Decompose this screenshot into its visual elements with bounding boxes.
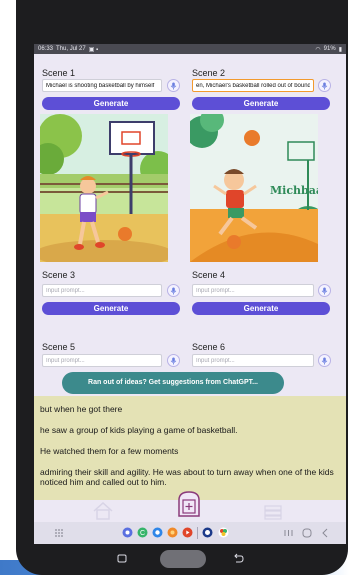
scene-2-title: Scene 2 [192,68,226,78]
scene-1-generate-button[interactable]: Generate [42,97,180,110]
scene-2-illustration-text: Michbaal [270,184,318,197]
scene-4-title: Scene 4 [192,270,226,280]
scene-2-prompt-field[interactable] [196,80,310,91]
microphone-icon [170,357,177,364]
scene-2-illustration: Michbaal [190,114,318,262]
app-grid-icon[interactable] [54,528,64,538]
scene-6-prompt-field[interactable] [196,355,310,366]
back-icon[interactable] [321,528,329,538]
hardware-home-button[interactable] [160,550,206,568]
scene-4-mic-button[interactable] [318,284,331,297]
scene-6-prompt-input[interactable] [192,354,314,367]
scene-1-prompt-field[interactable] [46,80,158,91]
svg-text:C: C [140,530,145,537]
scene-3-prompt-field[interactable] [46,285,158,296]
android-taskbar: C [34,522,346,544]
scene-6-title: Scene 6 [192,342,226,352]
microphone-icon [321,287,328,294]
battery-percent: 91% [323,46,336,52]
home-circle-icon[interactable] [302,528,312,538]
scene-1-illustration [40,114,168,262]
microphone-icon [170,82,177,89]
scene-1-prompt-input[interactable] [42,79,162,92]
scene-2-generate-button[interactable]: Generate [192,97,330,110]
scene-5-mic-button[interactable] [167,354,180,367]
hardware-back-icon[interactable] [232,552,244,564]
status-time: 06:33 [38,46,54,52]
microphone-icon [321,357,328,364]
color-icon[interactable] [218,527,229,538]
scene-4-generate-button[interactable]: Generate [192,302,330,315]
scene-5-title: Scene 5 [42,342,76,352]
recent-apps-icon[interactable] [284,529,293,537]
scene-2-prompt-input[interactable] [192,79,314,92]
scene-3-title: Scene 3 [42,270,76,280]
microphone-icon [170,287,177,294]
wifi-icon: ◠ [315,46,321,53]
story-text-panel: but when he got there he saw a group of … [34,396,346,500]
app-icon[interactable] [202,527,213,538]
battery-icon: ▮ [338,46,342,53]
story-line: he saw a group of kids playing a game of… [40,425,238,435]
notification-icon: ▣ ▪ [88,46,99,53]
taskbar-divider [197,527,198,539]
scene-4-prompt-input[interactable] [192,284,314,297]
browser-icon[interactable] [122,527,133,538]
status-date: Thu, Jul 27 [56,46,86,52]
chatgpt-suggestions-button[interactable]: Ran out of ideas? Get suggestions from C… [62,372,284,394]
story-line: admiring their skill and agility. He was… [40,467,334,487]
scene-5-prompt-field[interactable] [46,355,158,366]
bottom-navigation [34,491,346,522]
story-line: He watched them for a few moments [40,446,179,456]
scene-4-prompt-field[interactable] [196,285,310,296]
scene-3-prompt-input[interactable] [42,284,162,297]
chat-icon[interactable] [152,527,163,538]
scene-6-mic-button[interactable] [318,354,331,367]
scene-1-title: Scene 1 [42,68,76,78]
youtube-icon[interactable] [182,527,193,538]
scene-3-mic-button[interactable] [167,284,180,297]
status-bar: 06:33 Thu, Jul 27 ▣ ▪ ◠ 91% ▮ [34,44,346,54]
add-story-icon[interactable] [176,490,202,523]
app-screen: 06:33 Thu, Jul 27 ▣ ▪ ◠ 91% ▮ Scene 1 Ge… [34,44,346,544]
story-line: but when he got there [40,404,123,414]
scene-1-mic-button[interactable] [167,79,180,92]
messenger-icon[interactable]: C [137,527,148,538]
microphone-icon [321,82,328,89]
scene-2-mic-button[interactable] [318,79,331,92]
photos-icon[interactable] [167,527,178,538]
scene-5-prompt-input[interactable] [42,354,162,367]
scene-3-generate-button[interactable]: Generate [42,302,180,315]
hardware-recent-icon[interactable] [116,552,128,564]
